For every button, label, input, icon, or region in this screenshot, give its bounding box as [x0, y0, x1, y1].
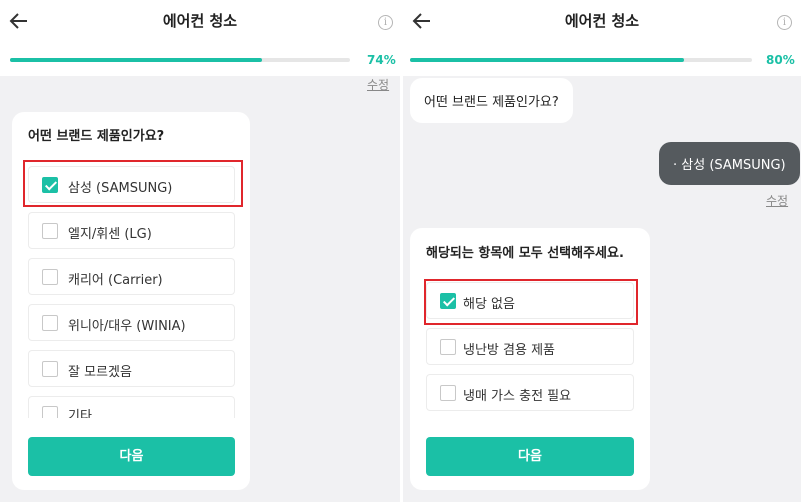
progress-track [10, 58, 350, 62]
question-text: 어떤 브랜드 제품인가요? [28, 129, 165, 144]
option-label: 캐리어 (Carrier) [68, 273, 163, 288]
checkbox-icon[interactable] [440, 385, 456, 401]
checkbox-checked-icon[interactable] [440, 293, 456, 309]
page-title: 에어컨 청소 [162, 12, 238, 30]
info-icon[interactable]: i [378, 15, 393, 30]
progress-track [410, 58, 752, 62]
checkbox-icon[interactable] [42, 223, 58, 239]
option-winia[interactable]: 위니아/대우 (WINIA) [28, 304, 235, 341]
checkbox-checked-icon[interactable] [42, 177, 58, 193]
right-screen: 에어컨 청소 i 80% 어떤 브랜드 제품인가요? · 삼성 (SAMSUNG… [403, 0, 801, 502]
option-clip: 기타 [28, 396, 235, 418]
checkbox-icon[interactable] [42, 406, 58, 418]
user-answer: · 삼성 (SAMSUNG) [659, 142, 800, 185]
next-button[interactable]: 다음 [28, 437, 235, 476]
option-none[interactable]: 해당 없음 [426, 282, 634, 319]
option-label: 냉매 가스 충전 필요 [463, 389, 572, 404]
question-card: 어떤 브랜드 제품인가요? 삼성 (SAMSUNG) 엘지/휘센 (LG) 캐리… [12, 112, 250, 490]
left-screen: 에어컨 청소 i 74% 수정 어떤 브랜드 제품인가요? 삼성 (SAMSUN… [0, 0, 400, 502]
question-card: 해당되는 항목에 모두 선택해주세요. 해당 없음 냉난방 겸용 제품 냉매 가… [410, 228, 650, 490]
header: 에어컨 청소 i 74% [0, 0, 400, 76]
option-label: 해당 없음 [463, 297, 515, 312]
checkbox-icon[interactable] [42, 269, 58, 285]
option-label: 엘지/휘센 (LG) [68, 227, 152, 242]
option-other[interactable]: 기타 [28, 396, 235, 418]
checkbox-icon[interactable] [42, 315, 58, 331]
info-icon[interactable]: i [777, 15, 792, 30]
checkbox-icon[interactable] [42, 361, 58, 377]
option-dual[interactable]: 냉난방 겸용 제품 [426, 328, 634, 365]
option-label: 위니아/대우 (WINIA) [68, 319, 186, 334]
option-carrier[interactable]: 캐리어 (Carrier) [28, 258, 235, 295]
progress-percent: 74% [367, 53, 396, 67]
option-label: 잘 모르겠음 [68, 365, 132, 380]
option-gas[interactable]: 냉매 가스 충전 필요 [426, 374, 634, 411]
edit-link[interactable]: 수정 [766, 192, 788, 209]
progress-percent: 80% [766, 53, 795, 67]
option-label: 삼성 (SAMSUNG) [68, 181, 173, 196]
header: 에어컨 청소 i 80% [403, 0, 801, 76]
page-title: 에어컨 청소 [564, 12, 640, 30]
edit-link[interactable]: 수정 [367, 76, 389, 93]
option-unknown[interactable]: 잘 모르겠음 [28, 350, 235, 387]
question-text: 해당되는 항목에 모두 선택해주세요. [426, 246, 624, 261]
option-label: 냉난방 겸용 제품 [463, 343, 555, 358]
progress-fill [410, 58, 684, 62]
checkbox-icon[interactable] [440, 339, 456, 355]
bot-message: 어떤 브랜드 제품인가요? [410, 78, 573, 123]
option-lg[interactable]: 엘지/휘센 (LG) [28, 212, 235, 249]
progress-fill [10, 58, 262, 62]
option-label: 기타 [68, 409, 92, 418]
option-samsung[interactable]: 삼성 (SAMSUNG) [28, 166, 235, 203]
next-button[interactable]: 다음 [426, 437, 634, 476]
